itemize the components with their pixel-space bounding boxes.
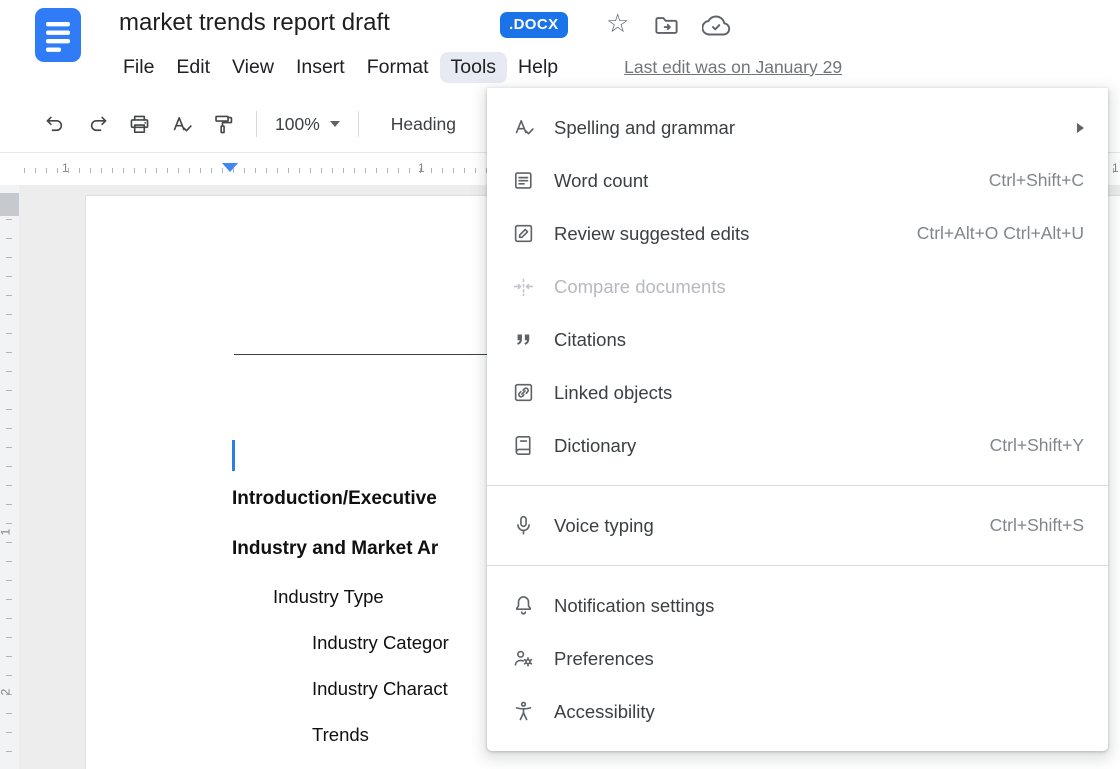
menu-insert[interactable]: Insert	[285, 52, 356, 83]
menu-divider	[487, 485, 1108, 486]
menu-item-label: Linked objects	[554, 382, 672, 404]
microphone-icon	[511, 514, 535, 537]
menu-item-shortcut: Ctrl+Shift+C	[989, 170, 1084, 191]
menu-view[interactable]: View	[221, 52, 285, 83]
docs-logo-icon[interactable]	[33, 6, 83, 69]
menu-item-label: Compare documents	[554, 276, 726, 298]
menu-item-compare-documents: Compare documents	[487, 260, 1108, 313]
menu-item-shortcut: Ctrl+Shift+S	[990, 515, 1084, 536]
docx-format-badge: .DOCX	[500, 12, 568, 38]
redo-icon[interactable]	[78, 105, 116, 143]
menu-tools[interactable]: Tools	[440, 52, 508, 83]
doc-outline-item: Industry Type	[273, 586, 384, 608]
menu-item-label: Notification settings	[554, 595, 714, 617]
review-edits-icon	[511, 222, 535, 245]
paint-format-icon[interactable]	[204, 105, 242, 143]
menu-item-review-suggested-edits[interactable]: Review suggested edits Ctrl+Alt+O Ctrl+A…	[487, 207, 1108, 260]
menu-item-citations[interactable]: Citations	[487, 313, 1108, 366]
ruler-label: 1	[62, 161, 69, 175]
doc-outline-item: Trends	[312, 724, 369, 746]
menu-item-notification-settings[interactable]: Notification settings	[487, 579, 1108, 632]
vertical-ruler: 1 2	[0, 185, 19, 769]
google-docs-window: market trends report draft .DOCX ☆ File …	[0, 0, 1120, 769]
menu-file[interactable]: File	[112, 52, 165, 83]
menu-format[interactable]: Format	[356, 52, 440, 83]
dictionary-icon	[511, 434, 535, 457]
menu-item-shortcut: Ctrl+Shift+Y	[990, 435, 1084, 456]
star-icon[interactable]: ☆	[606, 8, 629, 39]
citations-icon	[511, 328, 535, 351]
menu-item-accessibility[interactable]: Accessibility	[487, 685, 1108, 738]
tools-menu-dropdown: Spelling and grammar Word count Ctrl+Shi…	[487, 88, 1108, 751]
chevron-down-icon	[330, 121, 340, 127]
doc-outline-item: Industry Categor	[312, 632, 449, 654]
menu-item-label: Voice typing	[554, 515, 654, 537]
vertical-ruler-ticks	[6, 219, 12, 765]
doc-outline-item: Industry Charact	[312, 678, 448, 700]
menu-item-label: Word count	[554, 170, 648, 192]
accessibility-icon	[511, 700, 535, 723]
menu-item-label: Spelling and grammar	[554, 117, 735, 139]
menu-item-label: Dictionary	[554, 435, 636, 457]
menu-item-dictionary[interactable]: Dictionary Ctrl+Shift+Y	[487, 419, 1108, 472]
menu-item-label: Citations	[554, 329, 626, 351]
spellcheck-icon[interactable]	[162, 105, 200, 143]
left-indent-marker[interactable]	[222, 163, 238, 172]
menu-item-label: Preferences	[554, 648, 654, 670]
document-title[interactable]: market trends report draft	[119, 9, 390, 37]
toolbar-separator	[358, 111, 359, 137]
submenu-arrow-icon	[1077, 123, 1084, 133]
menu-edit[interactable]: Edit	[165, 52, 221, 83]
cloud-status-icon[interactable]	[702, 12, 730, 44]
text-cursor	[232, 440, 235, 471]
doc-heading: Introduction/Executive	[232, 488, 437, 510]
menu-item-label: Accessibility	[554, 701, 655, 723]
menu-item-preferences[interactable]: Preferences	[487, 632, 1108, 685]
menu-item-word-count[interactable]: Word count Ctrl+Shift+C	[487, 154, 1108, 207]
vruler-label: 2	[0, 689, 12, 696]
preferences-icon	[511, 647, 535, 670]
menu-item-linked-objects[interactable]: Linked objects	[487, 366, 1108, 419]
menu-item-shortcut: Ctrl+Alt+O Ctrl+Alt+U	[917, 223, 1084, 244]
menubar: File Edit View Insert Format Tools Help …	[112, 52, 842, 83]
move-folder-icon[interactable]	[653, 12, 680, 44]
undo-icon[interactable]	[36, 105, 74, 143]
zoom-select[interactable]: 100%	[267, 114, 348, 135]
compare-documents-icon	[511, 275, 535, 298]
styles-select[interactable]: Heading	[391, 114, 456, 135]
menu-item-spelling-and-grammar[interactable]: Spelling and grammar	[487, 101, 1108, 154]
last-edit-link[interactable]: Last edit was on January 29	[624, 57, 842, 78]
menu-item-voice-typing[interactable]: Voice typing Ctrl+Shift+S	[487, 499, 1108, 552]
zoom-value: 100%	[275, 114, 320, 135]
indent-marker[interactable]	[222, 162, 238, 172]
menu-divider	[487, 565, 1108, 566]
vruler-label: 1	[0, 529, 12, 536]
bell-icon	[511, 594, 535, 617]
doc-heading: Industry and Market Ar	[232, 538, 438, 560]
menu-item-label: Review suggested edits	[554, 223, 749, 245]
print-icon[interactable]	[120, 105, 158, 143]
linked-objects-icon	[511, 381, 535, 404]
vertical-ruler-margin	[0, 193, 19, 216]
word-count-icon	[511, 169, 535, 192]
menu-help[interactable]: Help	[507, 52, 569, 83]
toolbar-separator	[256, 111, 257, 137]
ruler-label: 1	[418, 161, 425, 175]
spellcheck-icon	[511, 116, 535, 139]
ruler-label: 1	[1112, 161, 1119, 175]
